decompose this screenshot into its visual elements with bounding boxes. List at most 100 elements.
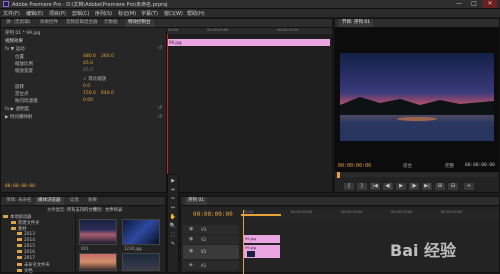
tab-source[interactable]: 源: (无剪辑) [3, 19, 33, 27]
program-scrub-bar[interactable] [337, 172, 497, 178]
effect-playhead[interactable] [167, 34, 168, 192]
track-select-tool-icon[interactable]: ⇹ [169, 187, 177, 194]
folder-item[interactable]: 2016 [17, 250, 35, 255]
program-monitor-panel: 节目: 序列 01 00:00:00:00 适合 完整 00:00:00:00 [334, 18, 500, 193]
motion-effect[interactable]: fx ▼ 运动 [5, 46, 25, 52]
tab-metadata[interactable]: 元数据 [101, 19, 121, 27]
ripple-edit-tool-icon[interactable]: ↔ [169, 205, 177, 212]
go-to-out-button[interactable]: ▶| [421, 182, 433, 191]
close-button[interactable]: ✕ [483, 0, 497, 8]
maximize-button[interactable]: □ [467, 0, 481, 8]
selection-tool-icon[interactable]: ▶ [169, 178, 177, 185]
media-thumbnail[interactable] [79, 253, 117, 271]
pen-tool-icon[interactable]: ✎ [169, 241, 177, 248]
reset-remap-icon[interactable]: ↺ [158, 114, 162, 120]
eye-icon[interactable]: ◉ [189, 236, 193, 242]
uniform-scale-checkbox[interactable]: ✓ 等比缩放 [83, 76, 106, 82]
menu-clip[interactable]: 剪辑(C) [72, 10, 89, 17]
anchor-x[interactable]: 150.0 [83, 91, 96, 96]
menu-project[interactable]: 项目(P) [49, 10, 66, 17]
scale-width-value[interactable]: 45.0 [83, 68, 93, 73]
play-button[interactable]: ▶ [395, 182, 407, 191]
razor-tool-icon[interactable]: ✂ [169, 196, 177, 203]
eye-icon[interactable]: ◉ [189, 248, 193, 254]
antiflicker-value[interactable]: 0.00 [83, 98, 93, 103]
project-tabbar: 项目: 未命名 媒体浏览器 信息 效果 [1, 197, 165, 206]
tab-effect-console[interactable]: 特效控制台 [125, 19, 154, 27]
effect-ruler-tick: 00:00:05:00 [207, 28, 229, 32]
timeline-ruler-tick: 00:00:10:00 [341, 210, 363, 214]
eye-icon[interactable]: ◉ [189, 226, 193, 232]
effect-clip-bar[interactable]: 99.jpg [167, 39, 330, 46]
timeline-tabbar: 序列 01 [181, 197, 499, 206]
tab-audio-mixer[interactable]: 音频剪辑混合器 [63, 19, 101, 27]
effect-ruler-tick: 00:00 [168, 28, 179, 32]
folder-item[interactable]: 2015 [17, 244, 35, 249]
tab-effect-controls[interactable]: 效果控件 [37, 19, 61, 27]
position-y[interactable]: 260.0 [101, 54, 114, 59]
tab-project[interactable]: 项目: 未命名 [3, 197, 34, 205]
tab-program[interactable]: 节目: 序列 01 [339, 19, 374, 27]
mark-in-button[interactable]: { [343, 182, 355, 191]
video-effects-heading: 视频效果 [5, 39, 23, 44]
resolution-dropdown[interactable]: 完整 [445, 163, 454, 169]
menu-window[interactable]: 窗口(W) [164, 10, 183, 17]
window-title: Adobe Premiere Pro - D:\文档\Adobe\Premier… [12, 2, 168, 8]
timeline-playhead[interactable] [243, 210, 244, 274]
timeline-timecode[interactable]: 00:00:00:00 [193, 211, 233, 218]
timeline-clip-v2[interactable]: 99.jpg [244, 235, 280, 243]
program-timecode-current[interactable]: 00:00:00:00 [338, 163, 371, 169]
step-back-button[interactable]: ◀| [382, 182, 394, 191]
media-thumbnail[interactable] [79, 219, 117, 245]
work-area-bar[interactable] [241, 214, 281, 216]
view-dropdown[interactable]: 文件目录 [105, 207, 122, 213]
menu-sequence[interactable]: 序列(S) [95, 10, 112, 17]
view-label: 视图: [93, 208, 104, 213]
position-x[interactable]: 480.0 [83, 54, 96, 59]
minimize-button[interactable]: — [452, 0, 466, 8]
program-tabbar: 节目: 序列 01 [335, 19, 499, 28]
media-thumbnail[interactable] [122, 219, 160, 245]
folder-item[interactable]: 2017 [17, 256, 35, 261]
effect-timecode[interactable]: 00:00:00:00 [5, 184, 35, 189]
tab-sequence[interactable]: 序列 01 [185, 197, 208, 205]
lift-button[interactable]: ⊞ [434, 182, 446, 191]
folder-item[interactable]: 2014 [17, 238, 35, 243]
menu-title[interactable]: 字幕(T) [141, 10, 158, 17]
program-playhead[interactable] [337, 172, 340, 178]
menu-file[interactable]: 文件(F) [3, 10, 20, 17]
reset-opacity-icon[interactable]: ↺ [158, 105, 162, 111]
menu-edit[interactable]: 编辑(E) [26, 10, 43, 17]
folder-item[interactable]: 2013 [17, 232, 35, 237]
hand-tool-icon[interactable]: ✋ [169, 214, 177, 221]
zoom-tool-icon[interactable]: 🔍 [169, 223, 177, 230]
reset-icon[interactable]: ↺ [158, 45, 162, 51]
menu-marker[interactable]: 标记(M) [118, 10, 136, 17]
timeline-ruler[interactable]: 00:00 00:00:05:00 00:00:10:00 00:00:15:0… [241, 210, 499, 218]
track-headers: V3 V2 V1 A1 ◉ ◉ ◉ ◈ [181, 225, 241, 273]
rotation-value[interactable]: 0.0 [83, 84, 90, 89]
time-remap-effect[interactable]: ▶ 时间重映射 [5, 114, 32, 120]
program-viewport [335, 28, 499, 172]
premiere-app-icon [3, 1, 9, 7]
slip-tool-icon[interactable]: ⬚ [169, 232, 177, 239]
media-thumbnail[interactable] [122, 253, 160, 271]
folder-item[interactable]: 文档 [17, 268, 33, 274]
transport-controls: { } |◀ ◀| ▶ |▶ ▶| ⊞ ⊟ + [343, 182, 495, 191]
mark-out-button[interactable]: } [356, 182, 368, 191]
tab-effects[interactable]: 效果 [85, 197, 100, 205]
tab-info[interactable]: 信息 [67, 197, 82, 205]
menu-help[interactable]: 帮助(H) [187, 10, 205, 17]
timeline-ruler-tick: 00:00:15:00 [391, 210, 413, 214]
go-to-in-button[interactable]: |◀ [369, 182, 381, 191]
speaker-icon[interactable]: ◈ [189, 262, 193, 268]
step-forward-button[interactable]: |▶ [408, 182, 420, 191]
tab-media-browser[interactable]: 媒体浏览器 [35, 197, 64, 205]
scale-value[interactable]: 45.0 [83, 61, 93, 66]
timeline-ruler-tick: 00:00:05:00 [291, 210, 313, 214]
extract-button[interactable]: ⊟ [447, 182, 459, 191]
anchor-y[interactable]: 640.0 [101, 91, 114, 96]
add-button[interactable]: + [463, 182, 475, 191]
zoom-fit-dropdown[interactable]: 适合 [403, 163, 412, 169]
opacity-effect[interactable]: fx ▶ 透明度 [5, 106, 29, 112]
